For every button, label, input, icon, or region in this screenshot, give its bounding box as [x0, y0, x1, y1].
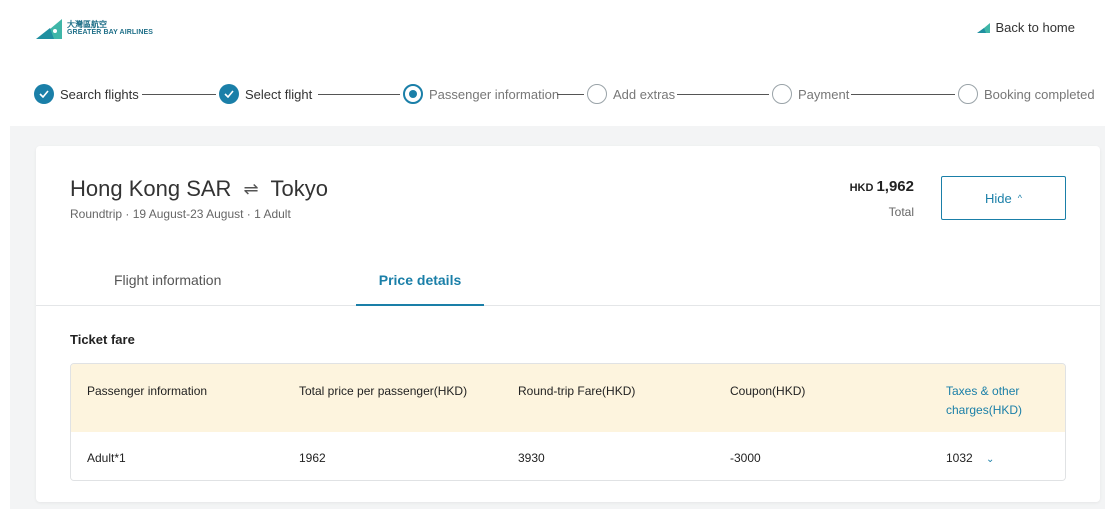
price-currency: HKD: [849, 182, 874, 194]
taxes-value: 1032: [946, 451, 973, 465]
table-row: Adult*1 1962 3930 -3000 1032 ⌄: [71, 432, 1065, 480]
step-connector: [851, 94, 955, 95]
home-logo-icon: [976, 22, 990, 33]
total-price: HKD 1,962: [850, 178, 914, 195]
step-select-flight: Select flight: [219, 84, 312, 104]
logo-chinese-name: 大灣區航空: [67, 20, 107, 29]
route-title: Hong Kong SAR ⇌ Tokyo: [70, 176, 328, 202]
logo-english-name: GREATER BAY AIRLINES: [67, 29, 154, 36]
step-label: Search flights: [60, 86, 139, 102]
total-price-block: HKD 1,962 Total: [850, 178, 914, 219]
tab-flight-information[interactable]: Flight information: [114, 272, 221, 288]
step-label: Select flight: [245, 86, 313, 102]
back-to-home-link[interactable]: Back to home: [976, 20, 1076, 35]
taxes-header-line2: charges(HKD): [946, 403, 1023, 417]
roundtrip-swap-icon: ⇌: [243, 178, 259, 199]
cell-taxes: 1032 ⌄: [946, 451, 994, 465]
ticket-fare-title: Ticket fare: [70, 332, 135, 347]
origin-city: Hong Kong SAR: [70, 176, 232, 201]
step-connector: [677, 94, 769, 95]
header-passenger-information: Passenger information: [87, 384, 208, 398]
hide-button-label: Hide: [985, 190, 1012, 206]
header-total-price: Total price per passenger(HKD): [299, 384, 468, 398]
top-bar: 大灣區航空 GREATER BAY AIRLINES Back to home: [0, 0, 1105, 60]
step-booking-completed: Booking completed: [958, 84, 1095, 104]
header-coupon: Coupon(HKD): [730, 384, 806, 398]
header-round-trip-fare: Round-trip Fare(HKD): [518, 384, 636, 398]
cell-coupon: -3000: [730, 451, 761, 465]
step-connector: [557, 94, 584, 95]
tab-price-details[interactable]: Price details: [356, 272, 484, 306]
check-icon: [34, 84, 54, 104]
pending-step-icon: [772, 84, 792, 104]
destination-city: Tokyo: [270, 176, 329, 201]
step-label: Payment: [798, 86, 850, 102]
booking-progress-stepper: Search flights Select flight Passenger i…: [34, 84, 1095, 106]
step-add-extras: Add extras: [587, 84, 675, 104]
cell-passenger: Adult*1: [87, 451, 126, 465]
ticket-fare-table: Passenger information Total price per pa…: [70, 363, 1066, 481]
step-passenger-information: Passenger information: [403, 84, 559, 104]
step-label: Add extras: [613, 86, 676, 102]
header-taxes-link[interactable]: Taxes & other charges(HKD): [946, 382, 1056, 420]
chevron-down-icon[interactable]: ⌄: [986, 454, 994, 465]
pending-step-icon: [958, 84, 978, 104]
step-payment: Payment: [772, 84, 849, 104]
pending-step-icon: [587, 84, 607, 104]
step-label: Booking completed: [984, 86, 1095, 102]
logo-mark-icon: [36, 19, 62, 39]
step-connector: [142, 94, 216, 95]
cell-round-trip-fare: 3930: [518, 451, 545, 465]
step-connector: [318, 94, 400, 95]
current-step-icon: [403, 84, 423, 104]
taxes-header-line1: Taxes & other: [946, 384, 1020, 398]
price-total-label: Total: [888, 205, 914, 219]
flight-summary-card: Hong Kong SAR ⇌ Tokyo Roundtrip · 19 Aug…: [36, 146, 1100, 502]
back-to-home-label: Back to home: [995, 20, 1076, 35]
check-icon: [219, 84, 239, 104]
price-amount: 1,962: [876, 178, 914, 195]
step-search-flights: Search flights: [34, 84, 139, 104]
cell-total-price: 1962: [299, 451, 326, 465]
step-label: Passenger information: [429, 86, 560, 102]
logo-text: 大灣區航空 GREATER BAY AIRLINES: [67, 21, 153, 37]
trip-details: Roundtrip · 19 August-23 August · 1 Adul…: [70, 207, 291, 221]
airline-logo[interactable]: 大灣區航空 GREATER BAY AIRLINES: [36, 18, 153, 40]
details-tabs: Flight information Price details: [36, 258, 1100, 306]
chevron-up-icon: ^: [1017, 193, 1022, 203]
hide-details-button[interactable]: Hide ^: [941, 176, 1066, 220]
table-header-row: Passenger information Total price per pa…: [71, 364, 1065, 432]
